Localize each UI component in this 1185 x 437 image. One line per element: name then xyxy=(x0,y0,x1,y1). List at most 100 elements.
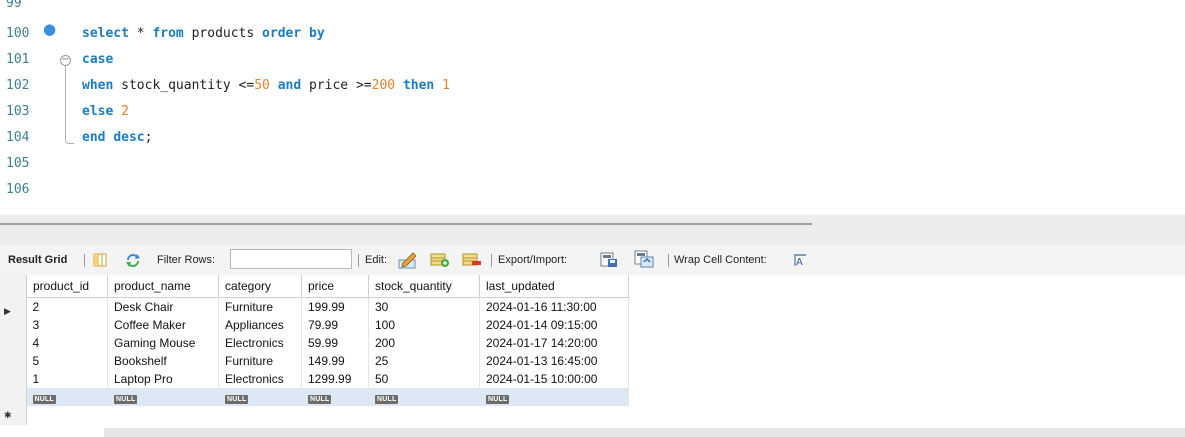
line-number: 102 xyxy=(6,78,30,93)
table-cell[interactable]: 2024-01-16 11:30:00 xyxy=(479,297,629,316)
null-cell[interactable]: NULL xyxy=(218,388,302,406)
editor-line[interactable]: 104 end desc; xyxy=(0,126,1185,150)
edit-label: Edit: xyxy=(365,254,388,266)
panel-splitter[interactable] xyxy=(0,223,812,225)
code-token: order xyxy=(262,26,302,41)
sql-editor[interactable]: 99 100 select * from products order by 101 c… xyxy=(0,0,1185,215)
table-cell[interactable]: 25 xyxy=(368,352,480,370)
null-badge: NULL xyxy=(32,395,56,404)
result-toolbar: Result Grid Filter Rows: Edit: Export/Im… xyxy=(0,245,1185,275)
null-cell[interactable]: NULL xyxy=(26,388,108,406)
new-row[interactable]: NULL NULL NULL NULL NULL NULL xyxy=(26,388,629,406)
editor-line[interactable]: 100 select * from products order by xyxy=(0,22,1185,46)
toolbar-divider xyxy=(358,254,359,267)
editor-line[interactable]: 105 xyxy=(0,152,1185,176)
null-badge: NULL xyxy=(486,395,510,404)
editor-line[interactable]: 101 case xyxy=(0,48,1185,72)
table-cell[interactable]: 5 xyxy=(26,352,108,370)
fold-collapse-icon[interactable]: − xyxy=(60,55,71,66)
result-grid-tab[interactable]: Result Grid xyxy=(8,245,67,275)
table-row[interactable]: 2 Desk Chair Furniture 199.99 30 2024-01-16 1… xyxy=(26,297,629,316)
code-token: 50 xyxy=(254,78,270,93)
editor-line[interactable]: 99 xyxy=(0,0,1185,16)
line-number: 101 xyxy=(6,52,30,67)
table-cell[interactable]: 79.99 xyxy=(301,316,369,334)
table-cell[interactable]: 50 xyxy=(368,370,480,388)
table-cell[interactable]: 59.99 xyxy=(301,334,369,352)
code-token: then xyxy=(402,78,435,93)
column-header[interactable]: stock_quantity xyxy=(368,275,480,298)
column-header[interactable]: price xyxy=(301,275,369,298)
null-cell[interactable]: NULL xyxy=(107,388,219,406)
toolbar-divider xyxy=(668,254,669,267)
table-cell[interactable]: 2024-01-13 16:45:00 xyxy=(479,352,629,370)
editor-line[interactable]: 106 xyxy=(0,178,1185,202)
table-cell[interactable]: 4 xyxy=(26,334,108,352)
table-cell[interactable]: 149.99 xyxy=(301,352,369,370)
null-cell[interactable]: NULL xyxy=(301,388,369,406)
add-row-icon[interactable] xyxy=(430,252,450,268)
table-cell[interactable]: Laptop Pro xyxy=(107,370,219,388)
statement-marker-icon: ● xyxy=(43,20,57,38)
fold-guide-line xyxy=(65,66,66,136)
line-number: 100 xyxy=(6,26,30,41)
table-cell[interactable]: 100 xyxy=(368,316,480,334)
table-row[interactable]: 5 Bookshelf Furniture 149.99 25 2024-01-13 16… xyxy=(26,352,629,370)
toolbar-divider xyxy=(84,254,85,267)
code-token: ; xyxy=(144,130,153,145)
code-text: else 2 xyxy=(82,100,129,124)
import-icon[interactable] xyxy=(634,250,654,268)
table-cell[interactable]: 199.99 xyxy=(301,297,369,316)
table-cell[interactable]: Furniture xyxy=(218,352,302,370)
table-cell[interactable]: 2024-01-17 14:20:00 xyxy=(479,334,629,352)
table-cell[interactable]: Appliances xyxy=(218,316,302,334)
code-token: products xyxy=(183,26,263,41)
null-cell[interactable]: NULL xyxy=(368,388,480,406)
table-cell[interactable]: 1 xyxy=(26,370,108,388)
column-header[interactable]: last_updated xyxy=(479,275,629,298)
column-header[interactable]: category xyxy=(218,275,302,298)
column-header[interactable]: product_name xyxy=(107,275,219,298)
code-token: by xyxy=(309,26,325,41)
table-cell[interactable]: Desk Chair xyxy=(107,297,219,316)
table-row[interactable]: 1 Laptop Pro Electronics 1299.99 50 2024-01-1… xyxy=(26,370,629,388)
delete-row-icon[interactable] xyxy=(462,252,482,268)
table-cell[interactable]: 1299.99 xyxy=(301,370,369,388)
edit-pencil-icon[interactable] xyxy=(398,251,418,269)
table-cell[interactable]: 2 xyxy=(26,297,108,316)
result-grid[interactable]: ▶ ✱ product_id product_name category price s… xyxy=(0,275,1185,425)
table-cell[interactable]: Electronics xyxy=(218,370,302,388)
table-row[interactable]: 4 Gaming Mouse Electronics 59.99 200 2024-01-… xyxy=(26,334,629,352)
table-row[interactable]: 3 Coffee Maker Appliances 79.99 100 2024-01-1… xyxy=(26,316,629,334)
fold-end-marker xyxy=(65,135,74,144)
code-token: price >= xyxy=(301,78,372,93)
filter-rows-label: Filter Rows: xyxy=(157,254,216,266)
table-cell[interactable]: 3 xyxy=(26,316,108,334)
editor-line[interactable]: 102 when stock_quantity <=50 and price >=… xyxy=(0,74,1185,98)
panel-splitter-area xyxy=(0,215,1185,245)
code-token: 2 xyxy=(121,104,129,119)
null-badge: NULL xyxy=(225,395,249,404)
table-cell[interactable]: 2024-01-15 10:00:00 xyxy=(479,370,629,388)
table-cell[interactable]: 30 xyxy=(368,297,480,316)
filter-rows-input[interactable] xyxy=(230,249,352,269)
horizontal-scrollbar[interactable] xyxy=(104,428,1185,437)
table-cell[interactable]: Coffee Maker xyxy=(107,316,219,334)
editor-line[interactable]: 103 else 2 xyxy=(0,100,1185,124)
grid-view-icon[interactable] xyxy=(93,253,107,267)
table-cell[interactable]: Gaming Mouse xyxy=(107,334,219,352)
refresh-icon[interactable] xyxy=(125,253,141,267)
wrap-text-icon[interactable]: A xyxy=(793,253,807,267)
export-icon[interactable] xyxy=(600,252,618,268)
table-cell[interactable]: Furniture xyxy=(218,297,302,316)
table-cell[interactable]: Bookshelf xyxy=(107,352,219,370)
table-cell[interactable]: 2024-01-14 09:15:00 xyxy=(479,316,629,334)
null-cell[interactable]: NULL xyxy=(479,388,629,406)
line-number: 105 xyxy=(6,156,30,171)
current-row-arrow-icon: ▶ xyxy=(4,306,11,316)
table-cell[interactable]: 200 xyxy=(368,334,480,352)
table-cell[interactable]: Electronics xyxy=(218,334,302,352)
column-header[interactable]: product_id xyxy=(26,275,108,298)
null-badge: NULL xyxy=(114,395,138,404)
